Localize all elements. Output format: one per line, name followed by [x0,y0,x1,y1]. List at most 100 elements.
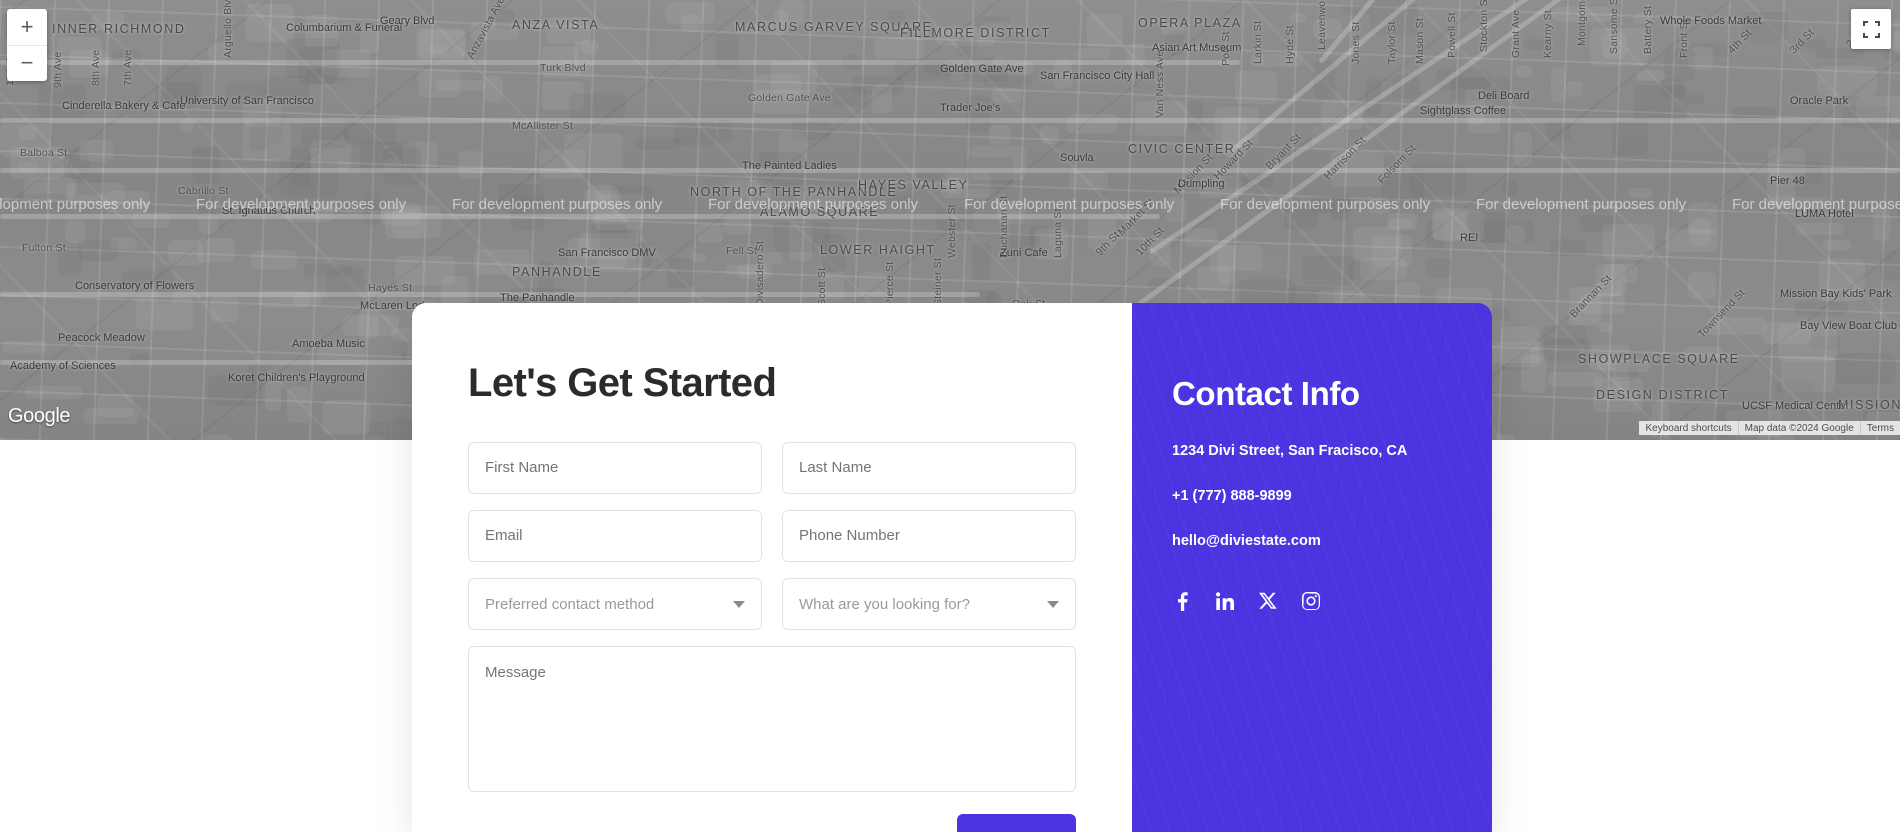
map-watermark: For development purposes only [452,196,663,213]
map-label: PANHANDLE [512,265,602,279]
map-attribution: Keyboard shortcuts Map data ©2024 Google… [1639,421,1900,435]
map-zoom-controls[interactable]: + − [7,9,47,81]
map-label: 7th Ave [122,49,134,86]
map-label: Montgomery St [1576,0,1588,46]
chevron-down-icon [1047,600,1059,608]
message-textarea[interactable] [468,646,1076,792]
form-title: Let's Get Started [468,361,777,405]
facebook-link[interactable] [1172,591,1192,611]
map-label: MISSION BAY [1838,398,1900,412]
map-label: Larkin St [1252,20,1264,64]
email-field [468,510,762,562]
map-label: SHOWPLACE SQUARE [1578,352,1740,366]
map-label: HAYES VALLEY [858,178,969,192]
contact-info-title: Contact Info [1172,375,1360,412]
map-label: Battery St [1642,5,1654,54]
map-label: Sightglass Coffee [1420,105,1507,117]
map-label: Dumpling [1178,178,1225,190]
map-label: Golden Gate Ave [940,63,1024,75]
map-label: Pier 48 [1770,175,1805,187]
map-label: Zuni Cafe [1000,247,1048,259]
x-twitter-icon [1259,592,1277,609]
linkedin-icon [1216,592,1234,610]
map-label: Mason St [1414,18,1426,64]
looking-for-select[interactable]: What are you looking for? [782,578,1076,630]
form-row-name [468,442,1076,494]
map-label: Bay View Boat Club [1800,320,1898,332]
linkedin-link[interactable] [1215,591,1235,611]
zoom-in-button[interactable]: + [7,9,47,45]
map-label: Leavenworth St [1316,0,1328,50]
map-label: Academy of Sciences [10,360,116,372]
map-label: Kearny St [1542,10,1554,58]
map-label: LOWER HAIGHT [820,243,936,257]
form-row-contact [468,510,1076,562]
map-label: San Francisco DMV [558,247,656,259]
map-road [0,118,1900,123]
map-road [0,168,1900,173]
google-logo: Google [8,405,71,427]
contact-method-select[interactable]: Preferred contact method [468,578,762,630]
map-label: Fell St [726,245,758,257]
terms-link[interactable]: Terms [1859,421,1900,435]
looking-for-value: What are you looking for? [799,595,970,613]
submit-row: HIRE US [468,814,1076,832]
map-watermark: For development purposes only [708,196,919,213]
map-label: Oracle Park [1790,95,1849,107]
fullscreen-button[interactable] [1851,9,1891,49]
zoom-out-button[interactable]: − [7,44,47,82]
map-label: San Francisco City Hall [1040,70,1155,82]
first-name-field [468,442,762,494]
map-label: FILLMORE DISTRICT [900,26,1051,40]
contact-form-panel: Let's Get Started First Name Last Name E… [412,303,1132,832]
map-label: Stockton St [1478,0,1490,52]
message-field [468,646,1076,792]
map-label: Whole Foods Market [1660,15,1762,27]
contact-method-value: Preferred contact method [485,595,655,613]
social-links [1172,591,1492,611]
contact-info-panel: Contact Info 1234 Divi Street, San Fraci… [1132,303,1492,832]
map-label: Balboa St [20,147,68,159]
map-label: Mission Bay Kids' Park [1780,288,1892,300]
map-label: OPERA PLAZA [1138,16,1242,30]
chevron-down-icon [733,600,745,608]
keyboard-shortcuts-link[interactable]: Keyboard shortcuts [1639,421,1738,435]
map-label: Hayes St [368,282,413,294]
contact-method-field: Preferred contact method [468,578,762,630]
last-name-field [782,442,1076,494]
email-input[interactable] [468,510,762,562]
contact-card: Let's Get Started First Name Last Name E… [412,303,1492,832]
map-watermark: For development purposes only [196,196,407,213]
map-label: Fulton St [22,242,66,254]
map-data-text: Map data ©2024 Google [1737,421,1860,435]
map-watermark: For development purposes only [1732,196,1900,213]
map-label: Asian Art Museum [1152,42,1242,54]
instagram-icon [1302,592,1320,610]
last-name-input[interactable] [782,442,1076,494]
map-watermark: For development purposes only [1476,196,1687,213]
phone-input[interactable] [782,510,1076,562]
contact-page: 11th Ave9th Ave8th Ave7th AveArguello Bl… [0,0,1900,832]
map-watermark: For development purposes only [964,196,1175,213]
map-label: INNER RICHMOND [52,22,186,36]
fullscreen-icon [1862,20,1880,38]
contact-email[interactable]: hello@diviestate.com [1172,533,1492,549]
map-label: Trader Joe's [940,102,1001,114]
map-label: The Painted Ladies [742,160,837,172]
hire-us-button[interactable]: HIRE US [957,814,1076,832]
instagram-link[interactable] [1301,591,1321,611]
x-twitter-link[interactable] [1258,591,1278,611]
map-label: Divisadero St [754,240,766,306]
map-label: Cinderella Bakery & Cafe [62,100,186,112]
map-label: Grant Ave [1510,9,1522,58]
map-label: Sansome St [1608,0,1620,54]
map-label: Peacock Meadow [58,332,145,344]
contact-phone[interactable]: +1 (777) 888-9899 [1172,488,1492,504]
first-name-input[interactable] [468,442,762,494]
map-label: UCSF Medical Center [1742,400,1849,412]
map-label: DESIGN DISTRICT [1596,388,1730,402]
map-watermark: For development purposes only [0,196,151,213]
map-watermarks: For development purposes only For develop… [0,196,1900,218]
map-label: Scott St [816,267,828,306]
map-label: ANZA VISTA [512,18,600,32]
